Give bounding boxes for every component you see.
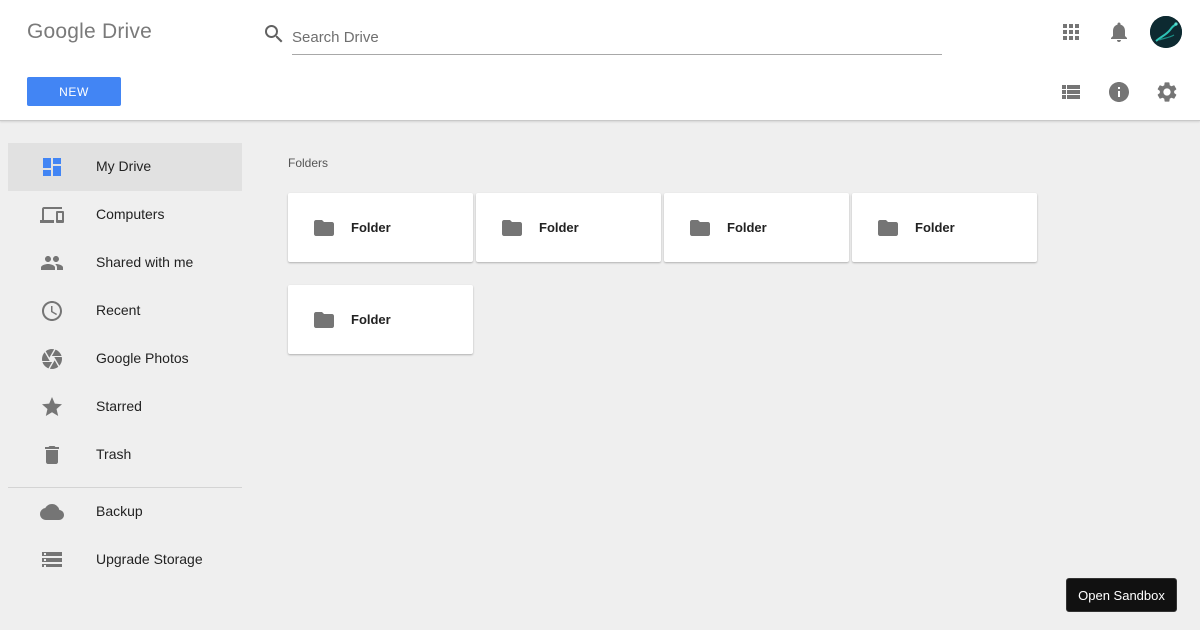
sidebar-item-computers[interactable]: Computers bbox=[8, 191, 242, 239]
folder-name: Folder bbox=[539, 220, 579, 235]
sidebar-item-starred[interactable]: Starred bbox=[8, 383, 242, 431]
apps-icon[interactable] bbox=[1059, 20, 1083, 44]
photos-icon bbox=[42, 349, 62, 369]
computers-icon bbox=[40, 207, 64, 223]
avatar[interactable] bbox=[1150, 16, 1182, 48]
folder-name: Folder bbox=[351, 220, 391, 235]
folder-icon bbox=[314, 220, 334, 236]
sidebar-item-label: My Drive bbox=[96, 158, 152, 174]
sidebar-item-label: Upgrade Storage bbox=[96, 551, 203, 567]
folder-card[interactable]: Folder bbox=[288, 193, 473, 262]
sidebar-item-label: Computers bbox=[96, 206, 165, 222]
folder-icon bbox=[878, 220, 898, 236]
star-icon bbox=[42, 397, 62, 416]
sidebar-item-trash[interactable]: Trash bbox=[8, 431, 242, 479]
sidebar-item-my-drive[interactable]: My Drive bbox=[8, 143, 242, 191]
sidebar-item-recent[interactable]: Recent bbox=[8, 287, 242, 335]
info-icon[interactable] bbox=[1107, 80, 1131, 104]
sidebar-item-backup[interactable]: Backup bbox=[8, 488, 242, 536]
search-input[interactable] bbox=[292, 20, 942, 55]
folder-name: Folder bbox=[727, 220, 767, 235]
folder-icon bbox=[690, 220, 710, 236]
my-drive-icon bbox=[43, 158, 61, 176]
folder-icon bbox=[502, 220, 522, 236]
notifications-icon[interactable] bbox=[1107, 20, 1131, 44]
open-sandbox-button[interactable]: Open Sandbox bbox=[1066, 578, 1177, 612]
top-header: Google Drive NEW bbox=[0, 0, 1200, 121]
sidebar-item-label: Google Photos bbox=[96, 350, 189, 366]
cloud-icon bbox=[40, 504, 64, 520]
sidebar-item-google-photos[interactable]: Google Photos bbox=[8, 335, 242, 383]
shared-icon bbox=[41, 256, 63, 270]
clock-icon bbox=[42, 301, 62, 321]
storage-icon bbox=[42, 552, 62, 567]
folders-section-title: Folders bbox=[288, 156, 329, 170]
list-view-icon[interactable] bbox=[1059, 80, 1083, 104]
settings-icon[interactable] bbox=[1155, 80, 1179, 104]
sidebar-item-label: Recent bbox=[96, 302, 141, 318]
folder-card[interactable]: Folder bbox=[664, 193, 849, 262]
folder-card[interactable]: Folder bbox=[476, 193, 661, 262]
new-button[interactable]: NEW bbox=[27, 77, 121, 106]
folder-card[interactable]: Folder bbox=[852, 193, 1037, 262]
sidebar-item-label: Trash bbox=[96, 446, 132, 462]
folder-name: Folder bbox=[351, 312, 391, 327]
folder-card[interactable]: Folder bbox=[288, 285, 473, 354]
sidebar-item-shared-with-me[interactable]: Shared with me bbox=[8, 239, 242, 287]
sidebar-nav: My Drive Computers Shared with me Recent… bbox=[8, 143, 242, 567]
folder-icon bbox=[314, 312, 334, 328]
sidebar-item-label: Shared with me bbox=[96, 254, 194, 270]
search-icon[interactable] bbox=[262, 22, 286, 46]
sidebar-item-upgrade-storage[interactable]: Upgrade Storage bbox=[8, 536, 242, 567]
app-logo[interactable]: Google Drive bbox=[27, 20, 152, 44]
search-bar bbox=[262, 20, 942, 56]
trash-icon bbox=[45, 446, 59, 464]
avatar-image bbox=[1150, 16, 1182, 48]
folder-name: Folder bbox=[915, 220, 955, 235]
sidebar-item-label: Backup bbox=[96, 503, 143, 519]
sidebar-item-label: Starred bbox=[96, 398, 142, 414]
